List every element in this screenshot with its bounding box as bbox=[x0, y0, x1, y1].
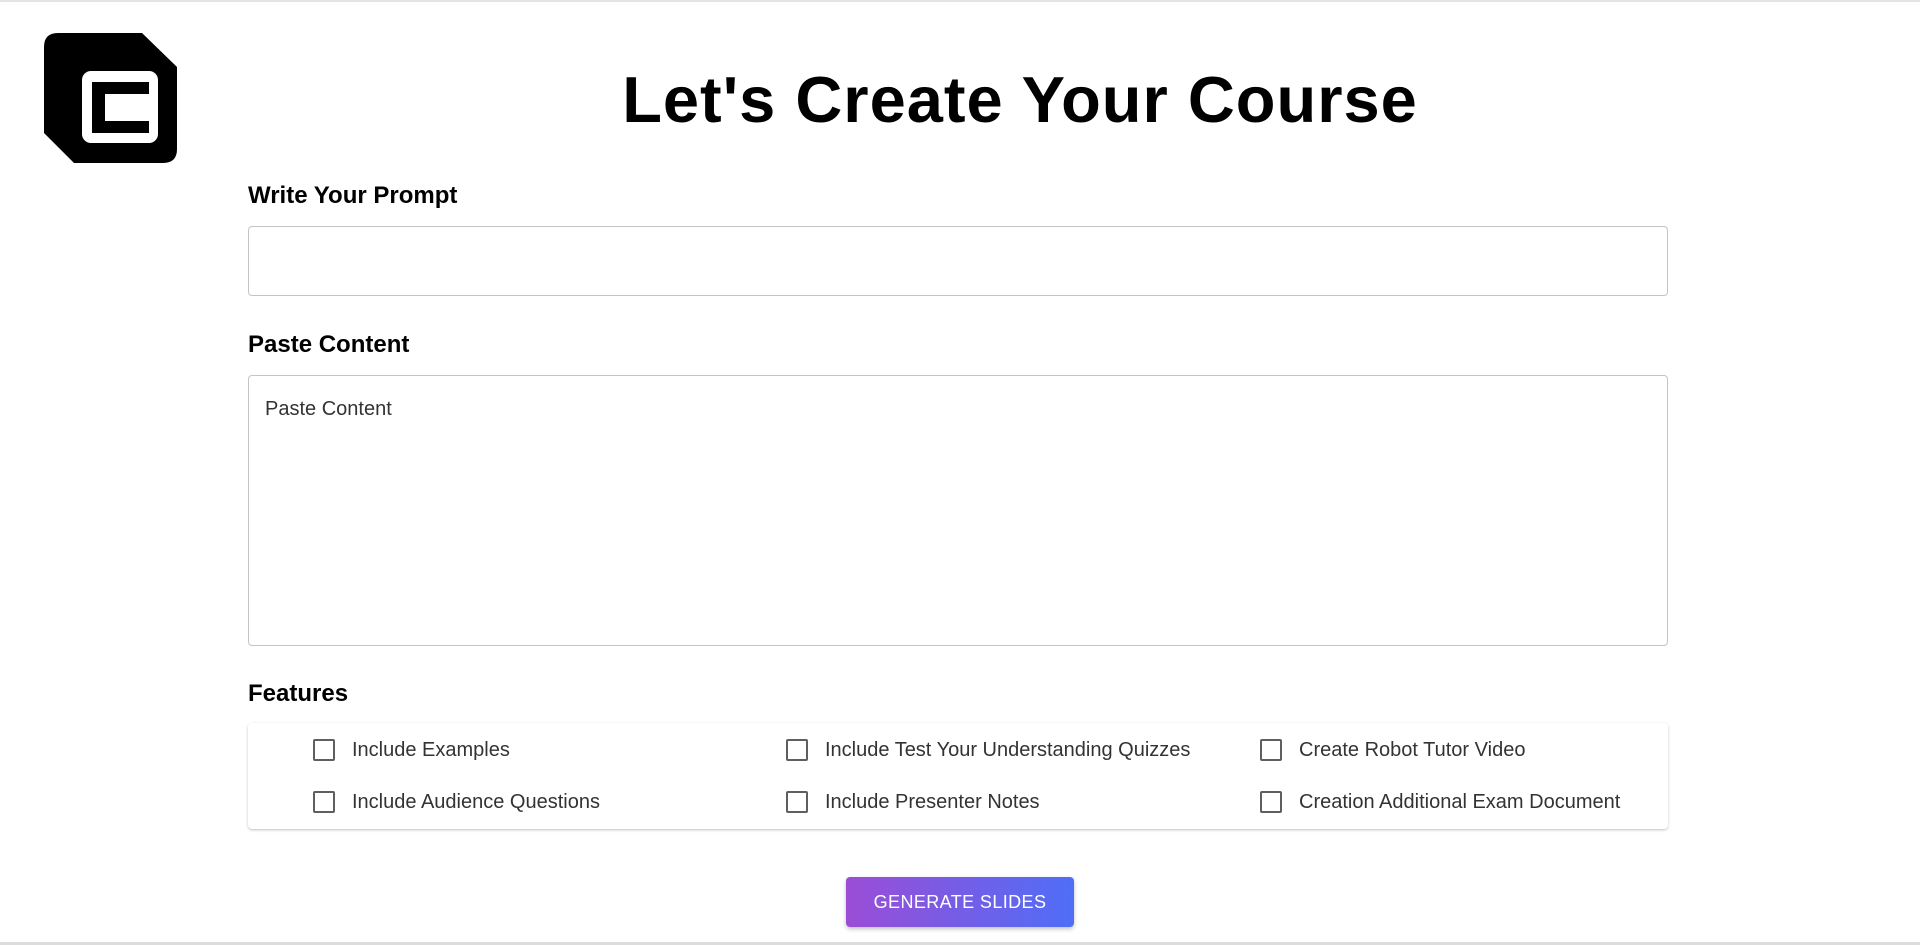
feature-presenter-notes[interactable]: Include Presenter Notes bbox=[786, 787, 1040, 817]
feature-include-examples[interactable]: Include Examples bbox=[313, 735, 510, 765]
exam-document-checkbox[interactable] bbox=[1260, 791, 1282, 813]
feature-label: Creation Additional Exam Document bbox=[1299, 790, 1621, 813]
feature-label: Include Presenter Notes bbox=[825, 790, 1040, 813]
audience-questions-checkbox[interactable] bbox=[313, 791, 335, 813]
prompt-label: Write Your Prompt bbox=[248, 182, 458, 209]
include-quizzes-checkbox[interactable] bbox=[786, 739, 808, 761]
feature-audience-questions[interactable]: Include Audience Questions bbox=[313, 787, 600, 817]
page-title: Let's Create Your Course bbox=[622, 63, 1418, 136]
paste-content-label: Paste Content bbox=[248, 331, 410, 358]
paste-content-textarea[interactable] bbox=[248, 375, 1668, 646]
generate-slides-button[interactable]: GENERATE SLIDES bbox=[846, 877, 1074, 927]
features-label: Features bbox=[248, 680, 349, 707]
presenter-notes-checkbox[interactable] bbox=[786, 791, 808, 813]
robot-tutor-video-checkbox[interactable] bbox=[1260, 739, 1282, 761]
top-divider bbox=[0, 0, 1920, 2]
prompt-input[interactable] bbox=[248, 226, 1668, 296]
include-examples-checkbox[interactable] bbox=[313, 739, 335, 761]
feature-exam-document[interactable]: Creation Additional Exam Document bbox=[1260, 787, 1620, 817]
feature-label: Include Examples bbox=[352, 738, 510, 761]
feature-label: Include Test Your Understanding Quizzes bbox=[825, 738, 1191, 761]
feature-label: Include Audience Questions bbox=[352, 790, 600, 813]
feature-include-quizzes[interactable]: Include Test Your Understanding Quizzes bbox=[786, 735, 1190, 765]
feature-label: Create Robot Tutor Video bbox=[1299, 738, 1526, 761]
feature-robot-tutor-video[interactable]: Create Robot Tutor Video bbox=[1260, 735, 1525, 765]
